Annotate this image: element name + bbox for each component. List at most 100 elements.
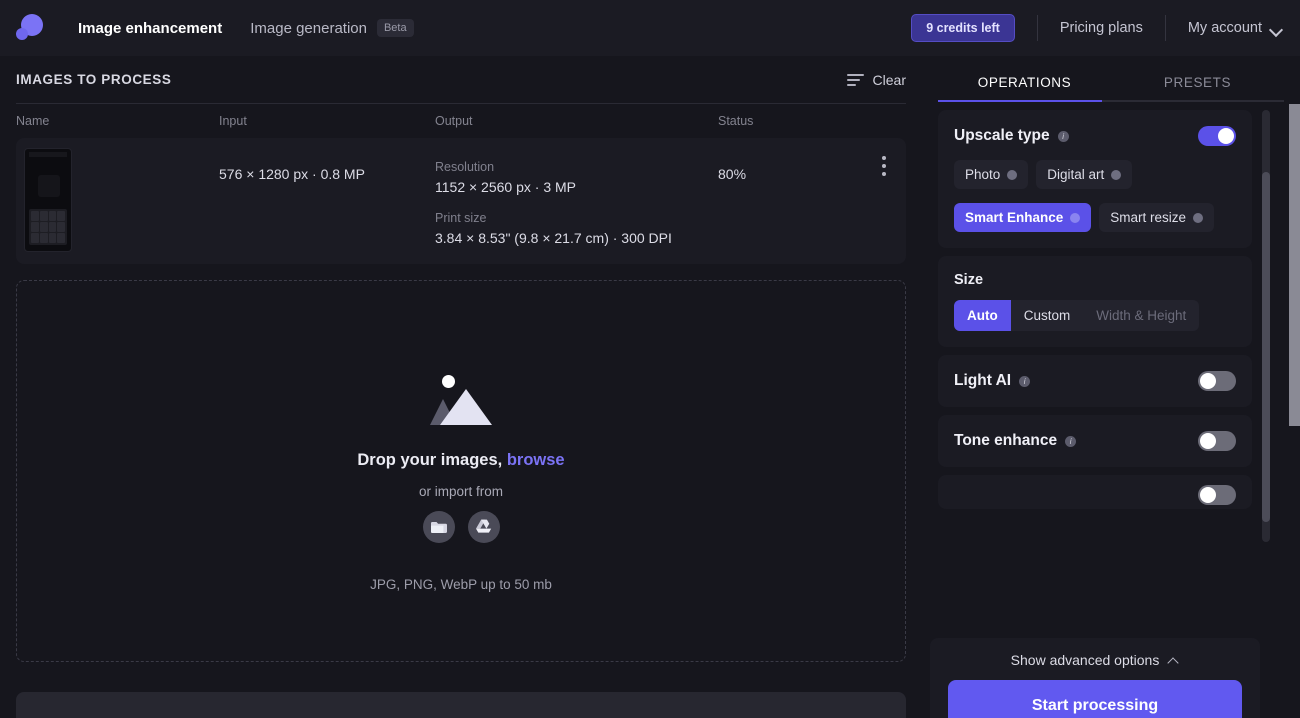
tab-presets[interactable]: PRESETS: [1111, 75, 1284, 102]
operations-scrollbar-track[interactable]: [1262, 110, 1270, 542]
size-option-width-height[interactable]: Width & Height: [1083, 300, 1199, 331]
info-icon[interactable]: i: [1019, 376, 1030, 387]
dropzone-subtitle: or import from: [419, 484, 503, 499]
operations-panel: OPERATIONS PRESETS Upscale type i Photo …: [922, 56, 1300, 718]
output-resolution-value: 1152 × 2560 px · 3 MP: [435, 179, 718, 195]
thumbnail-status-bar: [29, 152, 67, 157]
dropzone-title: Drop your images, browse: [357, 451, 564, 470]
folder-icon[interactable]: [423, 511, 455, 543]
show-advanced-options-button[interactable]: Show advanced options: [948, 652, 1242, 668]
image-placeholder-icon: [430, 367, 492, 425]
info-icon[interactable]: [1193, 213, 1203, 223]
chip-smart-resize-label: Smart resize: [1110, 210, 1186, 225]
card-light-ai: Light AI i: [938, 355, 1252, 407]
tone-enhance-title: Tone enhance: [954, 432, 1057, 450]
images-panel: IMAGES TO PROCESS Clear Name Input Outpu…: [0, 56, 922, 718]
size-option-auto[interactable]: Auto: [954, 300, 1011, 331]
size-title: Size: [954, 272, 1236, 288]
info-icon[interactable]: [1111, 170, 1121, 180]
thumbnail-content: [38, 175, 60, 197]
sun-shape: [442, 375, 455, 388]
thumbnail-keypad: [29, 209, 67, 245]
hill-front-shape: [440, 389, 492, 425]
info-icon[interactable]: [1007, 170, 1017, 180]
page-title: IMAGES TO PROCESS: [16, 72, 171, 87]
chevron-up-icon: [1169, 657, 1179, 664]
chip-digital-art-label: Digital art: [1047, 167, 1104, 182]
dropzone[interactable]: Drop your images, browse or import from …: [16, 280, 906, 662]
header-actions: 9 credits left Pricing plans My account: [911, 14, 1282, 42]
output-print-size-label: Print size: [435, 211, 718, 225]
column-header-output: Output: [435, 114, 718, 128]
beta-badge: Beta: [377, 19, 414, 37]
show-advanced-options-label: Show advanced options: [1011, 652, 1160, 668]
row-input-dimensions: 576 × 1280 px · 0.8 MP: [219, 148, 435, 254]
output-print-size-value: 3.84 × 8.53" (9.8 × 21.7 cm) · 300 DPI: [435, 230, 718, 246]
browse-link[interactable]: browse: [507, 451, 565, 469]
google-drive-glyph: [475, 519, 493, 535]
tab-operations[interactable]: OPERATIONS: [938, 75, 1111, 102]
table-header-row: Name Input Output Status: [16, 104, 906, 138]
upscale-type-header: Upscale type i: [954, 126, 1236, 146]
credits-badge[interactable]: 9 credits left: [911, 14, 1015, 42]
app-header: Image enhancement Image generation Beta …: [0, 0, 1300, 56]
images-panel-header: IMAGES TO PROCESS Clear: [16, 56, 906, 104]
nav-tab-image-generation[interactable]: Image generation: [250, 20, 367, 37]
light-ai-toggle[interactable]: [1198, 371, 1236, 391]
upscale-type-title: Upscale type: [954, 127, 1050, 145]
tone-enhance-toggle[interactable]: [1198, 431, 1236, 451]
column-header-name: Name: [16, 114, 219, 128]
operations-scroll-area[interactable]: Upscale type i Photo Digital art Smart E…: [922, 102, 1268, 632]
clear-button-label: Clear: [873, 72, 906, 88]
start-processing-button[interactable]: Start processing: [948, 680, 1242, 718]
info-icon[interactable]: [1070, 213, 1080, 223]
chevron-down-icon: [1271, 25, 1282, 32]
size-segmented-control: Auto Custom Width & Height: [954, 300, 1199, 331]
dropzone-title-text: Drop your images,: [357, 451, 502, 469]
nav-tab-image-enhancement[interactable]: Image enhancement: [78, 20, 222, 37]
clear-lines-icon: [847, 74, 864, 86]
table-row[interactable]: 576 × 1280 px · 0.8 MP Resolution 1152 ×…: [16, 138, 906, 264]
light-ai-title: Light AI: [954, 372, 1011, 390]
output-resolution-label: Resolution: [435, 160, 718, 174]
image-thumbnail[interactable]: [24, 148, 72, 252]
brand-logo-icon[interactable]: [14, 10, 50, 46]
logo-small-circle: [16, 28, 28, 40]
info-icon[interactable]: i: [1065, 436, 1076, 447]
card-upscale-type: Upscale type i Photo Digital art Smart E…: [938, 110, 1252, 248]
status-badge: 80%: [718, 148, 868, 254]
pricing-plans-link[interactable]: Pricing plans: [1060, 20, 1143, 36]
upscale-type-chips: Photo Digital art: [954, 160, 1236, 189]
my-account-menu[interactable]: My account: [1188, 20, 1282, 36]
chip-smart-enhance[interactable]: Smart Enhance: [954, 203, 1091, 232]
row-output-cell: Resolution 1152 × 2560 px · 3 MP Print s…: [435, 148, 718, 254]
google-drive-icon[interactable]: [468, 511, 500, 543]
upscale-type-toggle[interactable]: [1198, 126, 1236, 146]
tone-enhance-header: Tone enhance i: [954, 431, 1236, 451]
operations-tabs: OPERATIONS PRESETS: [922, 56, 1300, 102]
card-tone-enhance: Tone enhance i: [938, 415, 1252, 467]
column-header-input: Input: [219, 114, 435, 128]
next-card-toggle[interactable]: [1198, 485, 1236, 505]
chip-smart-enhance-label: Smart Enhance: [965, 210, 1063, 225]
clear-button[interactable]: Clear: [847, 72, 906, 88]
operations-footer: Show advanced options Start processing: [930, 638, 1260, 718]
header-divider-2: [1165, 15, 1166, 41]
card-next-partial: [938, 475, 1252, 509]
page-scrollbar-thumb[interactable]: [1289, 104, 1300, 426]
card-size: Size Auto Custom Width & Height: [938, 256, 1252, 347]
thumbnail-cell: [16, 148, 219, 254]
chip-smart-resize[interactable]: Smart resize: [1099, 203, 1214, 232]
my-account-label: My account: [1188, 20, 1262, 36]
import-sources: [423, 511, 500, 543]
info-icon[interactable]: i: [1058, 131, 1069, 142]
chip-digital-art[interactable]: Digital art: [1036, 160, 1132, 189]
page-scrollbar-track[interactable]: [1288, 56, 1300, 718]
more-vertical-icon[interactable]: [882, 156, 886, 180]
light-ai-header: Light AI i: [954, 371, 1236, 391]
chip-photo[interactable]: Photo: [954, 160, 1028, 189]
size-option-custom[interactable]: Custom: [1011, 300, 1084, 331]
bottom-partial-card: [16, 692, 906, 718]
operations-scrollbar-thumb[interactable]: [1262, 172, 1270, 522]
folder-glyph: [430, 520, 448, 534]
